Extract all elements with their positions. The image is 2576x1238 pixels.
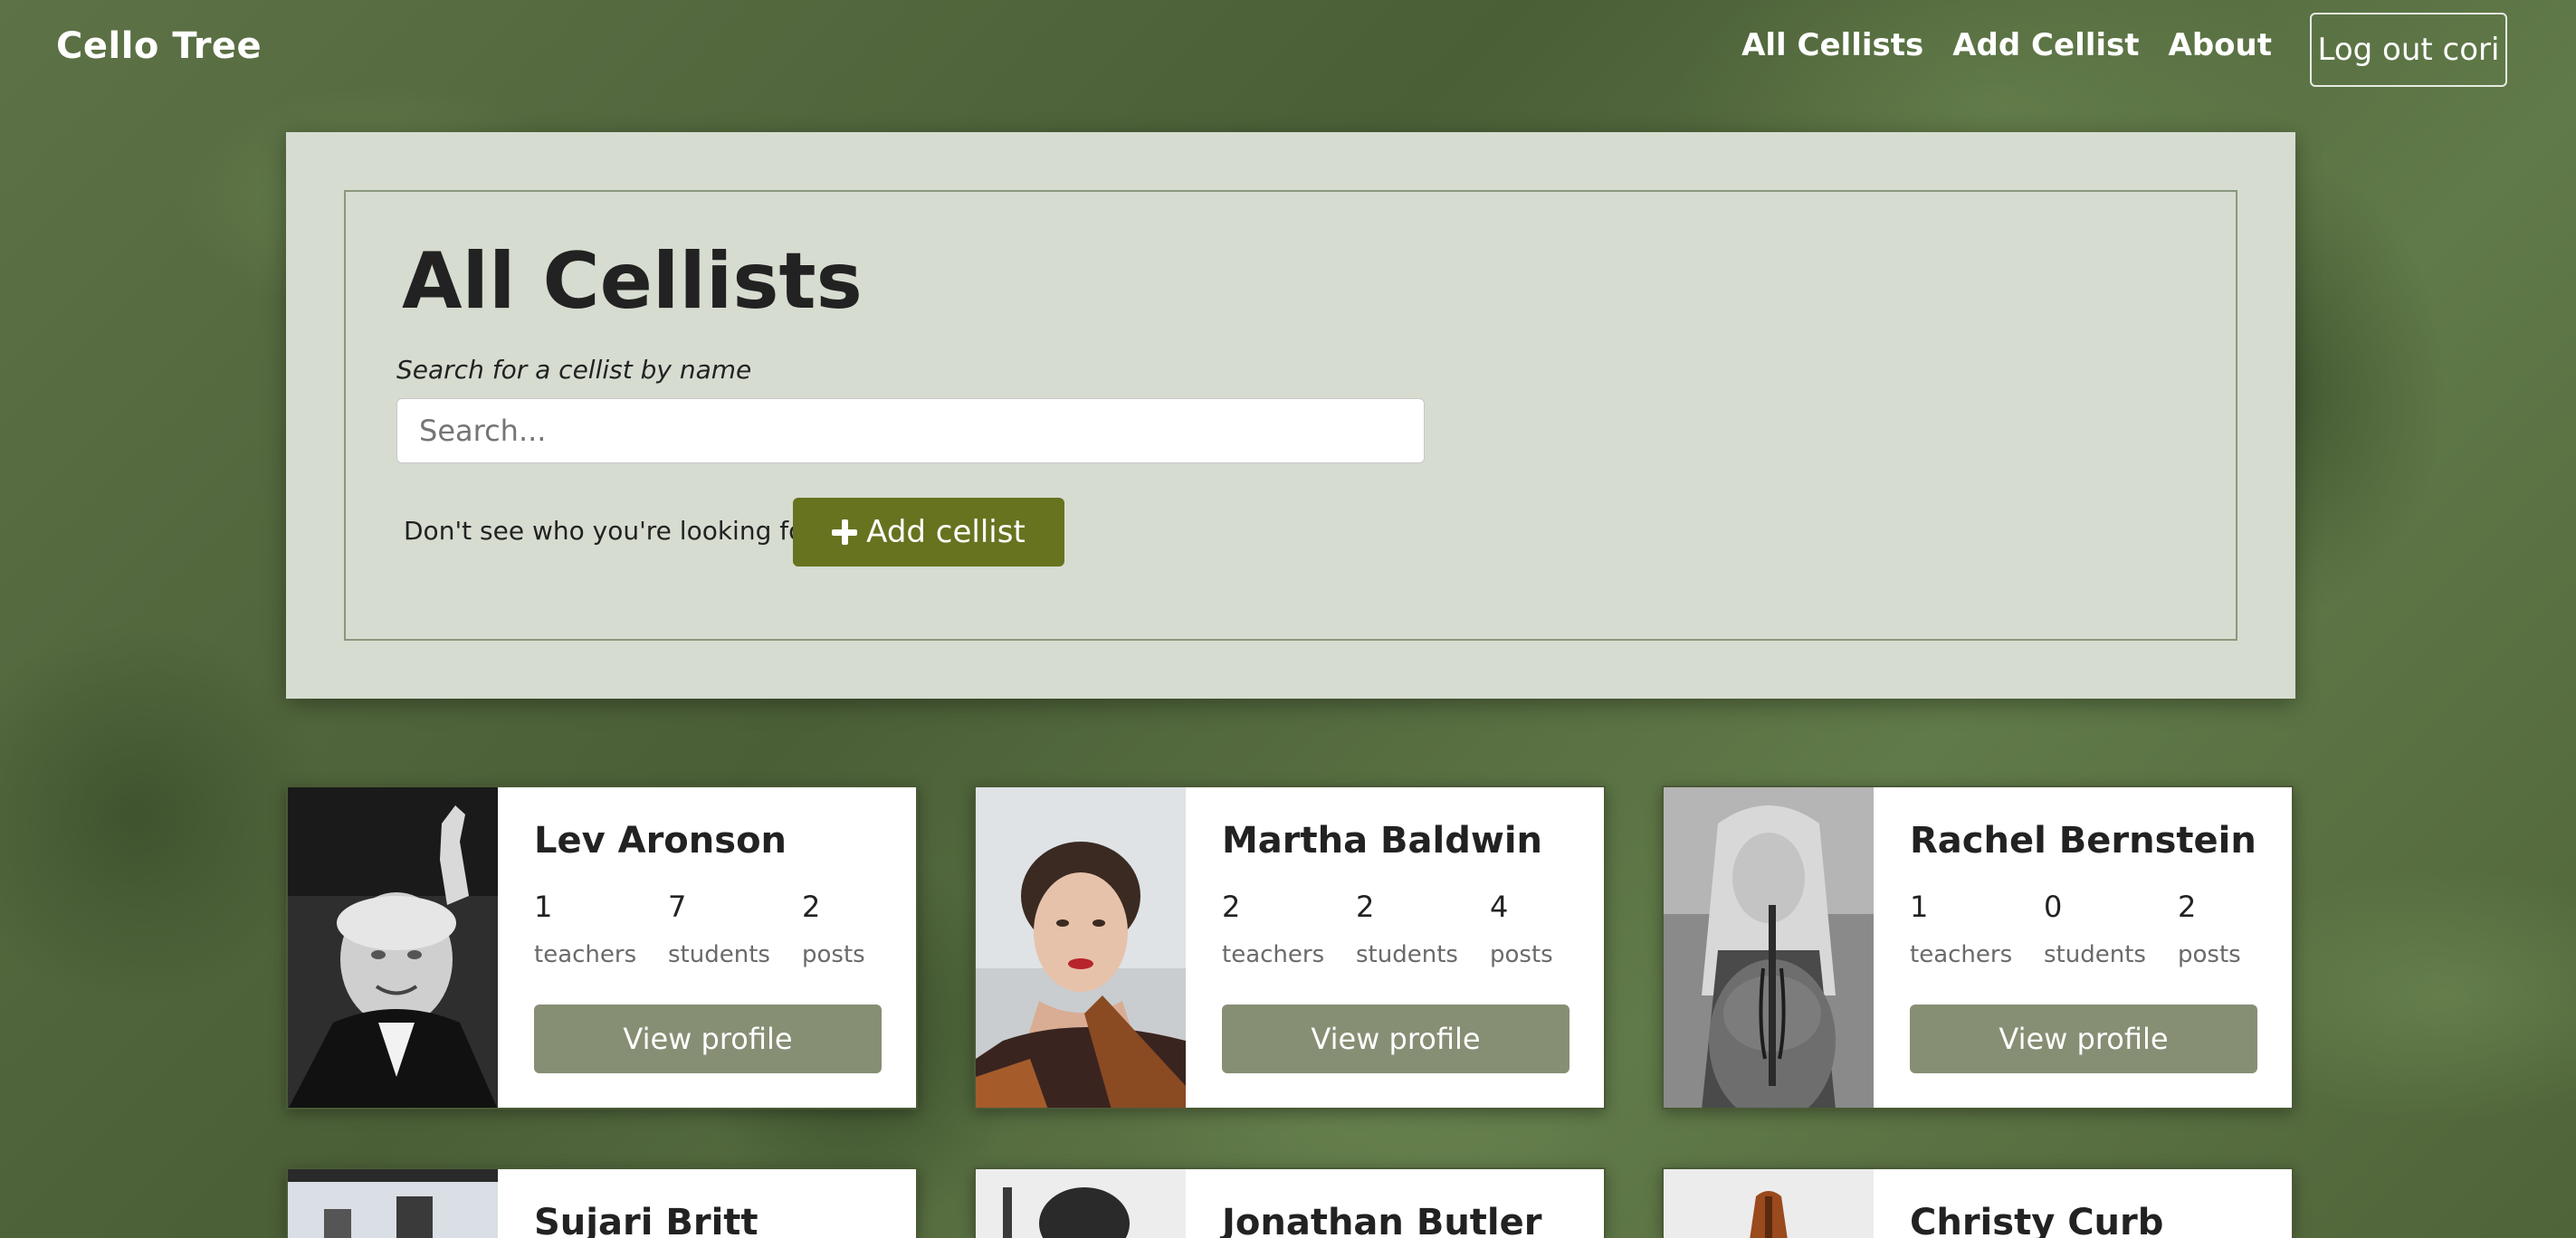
posts-count: 2 (2178, 890, 2197, 924)
cellist-name: Christy Curb (1910, 1202, 2164, 1238)
students-stat: 2 students (1356, 892, 1483, 968)
students-count: 7 (668, 890, 687, 924)
view-profile-button[interactable]: View profile (534, 1005, 882, 1073)
students-label: students (2044, 941, 2146, 968)
teachers-count: 1 (534, 890, 553, 924)
logout-button[interactable]: Log out cori (2310, 13, 2507, 87)
students-label: students (668, 941, 770, 968)
cellist-name: Rachel Bernstein (1910, 820, 2256, 862)
nav-link-add-cellist[interactable]: Add Cellist (1952, 27, 2139, 63)
nav-link-about[interactable]: About (2169, 27, 2272, 63)
cellist-card: Martha Baldwin 2 teachers 2 students 4 p… (974, 786, 1606, 1109)
teachers-stat: 2 teachers (1222, 892, 1349, 968)
cellist-card: Sujari Britt (286, 1167, 918, 1238)
cellist-card: Lev Aronson 1 teachers 7 students 2 post… (286, 786, 918, 1109)
add-cellist-button[interactable]: Add cellist (793, 498, 1064, 567)
cellist-name: Jonathan Butler (1222, 1202, 1542, 1238)
posts-label: posts (802, 941, 865, 968)
cellist-photo (976, 787, 1186, 1108)
teachers-label: teachers (1222, 941, 1325, 968)
page-title: All Cellists (402, 236, 863, 327)
students-count: 2 (1356, 890, 1375, 924)
students-count: 0 (2044, 890, 2063, 924)
missing-cellist-text: Don't see who you're looking for? (404, 516, 828, 546)
teachers-label: teachers (1910, 941, 2013, 968)
cellist-card: Rachel Bernstein 1 teachers 0 students 2… (1662, 786, 2294, 1109)
cellist-photo (288, 1169, 498, 1238)
posts-count: 4 (1490, 890, 1509, 924)
cellist-card: Jonathan Butler (974, 1167, 1606, 1238)
view-profile-button[interactable]: View profile (1910, 1005, 2257, 1073)
nav-link-all-cellists[interactable]: All Cellists (1741, 27, 1923, 63)
students-label: students (1356, 941, 1458, 968)
teachers-count: 2 (1222, 890, 1241, 924)
nav-links: All Cellists Add Cellist About (1741, 27, 2272, 63)
add-cellist-button-label: Add cellist (866, 514, 1026, 550)
teachers-stat: 1 teachers (534, 892, 661, 968)
brand-logo[interactable]: Cello Tree (56, 25, 262, 67)
cellist-photo (976, 1169, 1186, 1238)
students-stat: 0 students (2044, 892, 2171, 968)
cellist-name: Martha Baldwin (1222, 820, 1543, 862)
cellist-name: Sujari Britt (534, 1202, 758, 1238)
cellist-photo (288, 787, 498, 1108)
search-panel: All Cellists Search for a cellist by nam… (286, 132, 2295, 699)
cellist-card: Christy Curb (1662, 1167, 2294, 1238)
students-stat: 7 students (668, 892, 795, 968)
posts-stat: 4 posts (1490, 890, 1604, 968)
search-input[interactable] (396, 398, 1425, 463)
posts-label: posts (1490, 941, 1553, 968)
navbar: Cello Tree All Cellists Add Cellist Abou… (0, 0, 2576, 100)
cellist-photo (1664, 787, 1874, 1108)
search-label: Search for a cellist by name (396, 355, 752, 385)
teachers-count: 1 (1910, 890, 1929, 924)
cellist-name: Lev Aronson (534, 820, 787, 862)
teachers-stat: 1 teachers (1910, 892, 2037, 968)
search-panel-inner: All Cellists Search for a cellist by nam… (344, 190, 2237, 641)
cellist-photo (1664, 1169, 1874, 1238)
posts-stat: 2 posts (802, 890, 916, 968)
plus-icon (832, 519, 858, 545)
teachers-label: teachers (534, 941, 637, 968)
posts-stat: 2 posts (2178, 890, 2292, 968)
posts-label: posts (2178, 941, 2241, 968)
view-profile-button[interactable]: View profile (1222, 1005, 1569, 1073)
posts-count: 2 (802, 890, 821, 924)
